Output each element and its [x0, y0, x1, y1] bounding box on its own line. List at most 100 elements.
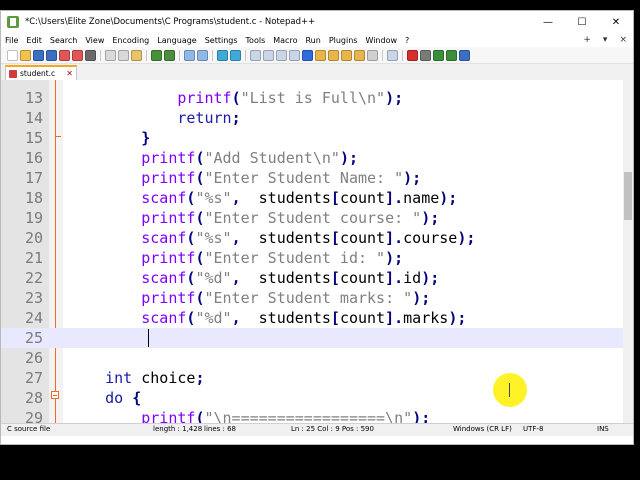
code-line[interactable]: 15 } [1, 128, 623, 148]
save-icon[interactable] [33, 49, 44, 61]
tab-label: student.c [20, 69, 56, 78]
code-token: , [231, 309, 241, 327]
menu-edit[interactable]: Edit [22, 36, 46, 45]
tab-list-down-icon[interactable]: ▾ [603, 35, 608, 45]
code-token: ); [385, 89, 404, 107]
code-line[interactable]: 18 scanf("%s", students[count].name); [1, 188, 623, 208]
code-token: ); [421, 209, 440, 227]
tab-student-c[interactable]: student.c ✕ [5, 65, 77, 80]
code-token: ); [385, 249, 404, 267]
eye-icon[interactable] [387, 49, 398, 61]
stop-macro-icon[interactable] [420, 49, 431, 61]
code-line[interactable]: 13 printf("List is Full\n"); [1, 88, 623, 108]
code-line[interactable]: 14 return; [1, 108, 623, 128]
redo-icon[interactable] [164, 49, 175, 61]
record-macro-icon[interactable] [407, 49, 418, 61]
code-area[interactable]: 13 printf("List is Full\n"); 14 return; 15… [1, 80, 623, 436]
menu-file[interactable]: File [1, 36, 22, 45]
menu-run[interactable]: Run [301, 36, 324, 45]
code-line[interactable]: 19 printf("Enter Student course: "); [1, 208, 623, 228]
word-wrap-icon[interactable] [276, 49, 287, 61]
code-line[interactable]: 26 [1, 348, 623, 368]
code-token: "%d" [195, 309, 232, 327]
zoom-out-icon[interactable] [230, 49, 241, 61]
code-token: "Add Student\n" [204, 149, 340, 167]
run-macro-multiple-icon[interactable] [446, 49, 457, 61]
replace-icon[interactable] [197, 49, 208, 61]
sync-vertical-icon[interactable] [250, 49, 261, 61]
menu-tools[interactable]: Tools [242, 36, 270, 45]
new-tab-plus-icon[interactable]: + [583, 35, 591, 45]
code-token: "Enter Student course: " [204, 209, 422, 227]
paste-icon[interactable] [131, 49, 142, 61]
code-text: printf("Enter Student course: "); [69, 208, 439, 228]
code-line[interactable]: 28 do { [1, 388, 623, 408]
code-token: name [403, 189, 440, 207]
code-line[interactable]: 27 int choice; [1, 368, 623, 388]
code-token: ; [231, 109, 241, 127]
vertical-scrollbar[interactable] [623, 80, 633, 436]
menu-view[interactable]: View [81, 36, 108, 45]
code-editor[interactable]: 13 printf("List is Full\n"); 14 return; 15… [1, 80, 633, 436]
menu-language[interactable]: Language [153, 36, 200, 45]
user-language-icon[interactable] [315, 49, 326, 61]
open-file-icon[interactable] [20, 49, 31, 61]
indent-guide-icon[interactable] [302, 49, 313, 61]
copy-icon[interactable] [118, 49, 129, 61]
menu-plugins[interactable]: Plugins [325, 36, 362, 45]
cut-icon[interactable] [105, 49, 116, 61]
menu-search[interactable]: Search [46, 36, 81, 45]
close-document-icon[interactable]: × [619, 35, 627, 45]
status-file-type: C source file [7, 425, 51, 433]
monitoring-icon[interactable] [367, 49, 378, 61]
print-icon[interactable] [85, 49, 96, 61]
toolbar-separator [402, 49, 403, 61]
undo-icon[interactable] [151, 49, 162, 61]
new-file-icon[interactable] [7, 49, 18, 61]
zoom-in-icon[interactable] [217, 49, 228, 61]
menu-encoding[interactable]: Encoding [108, 36, 153, 45]
code-line[interactable]: 16 printf("Add Student\n"); [1, 148, 623, 168]
code-token: printf [141, 169, 196, 187]
scrollbar-thumb[interactable] [624, 172, 632, 220]
code-line[interactable]: 20 scanf("%s", students[count].course); [1, 228, 623, 248]
code-token: } [141, 129, 151, 147]
tab-close-icon[interactable]: ✕ [66, 69, 73, 78]
status-position: Ln : 25 Col : 9 Pos : 590 [291, 425, 374, 433]
document-map-icon[interactable] [328, 49, 339, 61]
close-icon[interactable] [59, 49, 70, 61]
menu-help[interactable]: ? [401, 36, 413, 45]
toolbar-separator [212, 49, 213, 61]
code-token: ]. [385, 269, 404, 287]
play-macro-icon[interactable] [433, 49, 444, 61]
menu-window[interactable]: Window [361, 36, 401, 45]
sync-horizontal-icon[interactable] [263, 49, 274, 61]
close-button[interactable]: ✕ [599, 11, 633, 33]
save-all-icon[interactable] [46, 49, 57, 61]
show-all-characters-icon[interactable] [289, 49, 300, 61]
find-icon[interactable] [184, 49, 195, 61]
code-token: "%s" [195, 189, 232, 207]
function-list-icon[interactable] [341, 49, 352, 61]
code-text: printf("List is Full\n"); [69, 88, 403, 108]
menu-settings[interactable]: Settings [201, 36, 242, 45]
menu-macro[interactable]: Macro [269, 36, 301, 45]
code-token: "%d" [195, 269, 232, 287]
code-line[interactable]: 17 printf("Enter Student Name: "); [1, 168, 623, 188]
code-line[interactable]: 21 printf("Enter Student id: "); [1, 248, 623, 268]
title-bar[interactable]: *C:\Users\Elite Zone\Documents\C Program… [1, 11, 633, 33]
menu-bar: File Edit Search View Encoding Language … [1, 33, 633, 47]
maximize-button[interactable]: ☐ [565, 11, 599, 33]
code-line[interactable]: 22 scanf("%d", students[count].id); [1, 268, 623, 288]
close-all-icon[interactable] [72, 49, 83, 61]
save-macro-icon[interactable] [459, 49, 470, 61]
code-line[interactable]: 24 scanf("%d", students[count].marks); [1, 308, 623, 328]
minimize-button[interactable]: — [531, 11, 565, 33]
code-token: ); [421, 269, 440, 287]
code-line[interactable]: 23 printf("Enter Student marks: "); [1, 288, 623, 308]
line-number: 26 [24, 349, 43, 367]
code-text: printf("Enter Student marks: "); [69, 288, 430, 308]
folder-workspace-icon[interactable] [354, 49, 365, 61]
window-title: *C:\Users\Elite Zone\Documents\C Program… [25, 17, 316, 27]
code-line[interactable]: 25 [1, 328, 623, 348]
